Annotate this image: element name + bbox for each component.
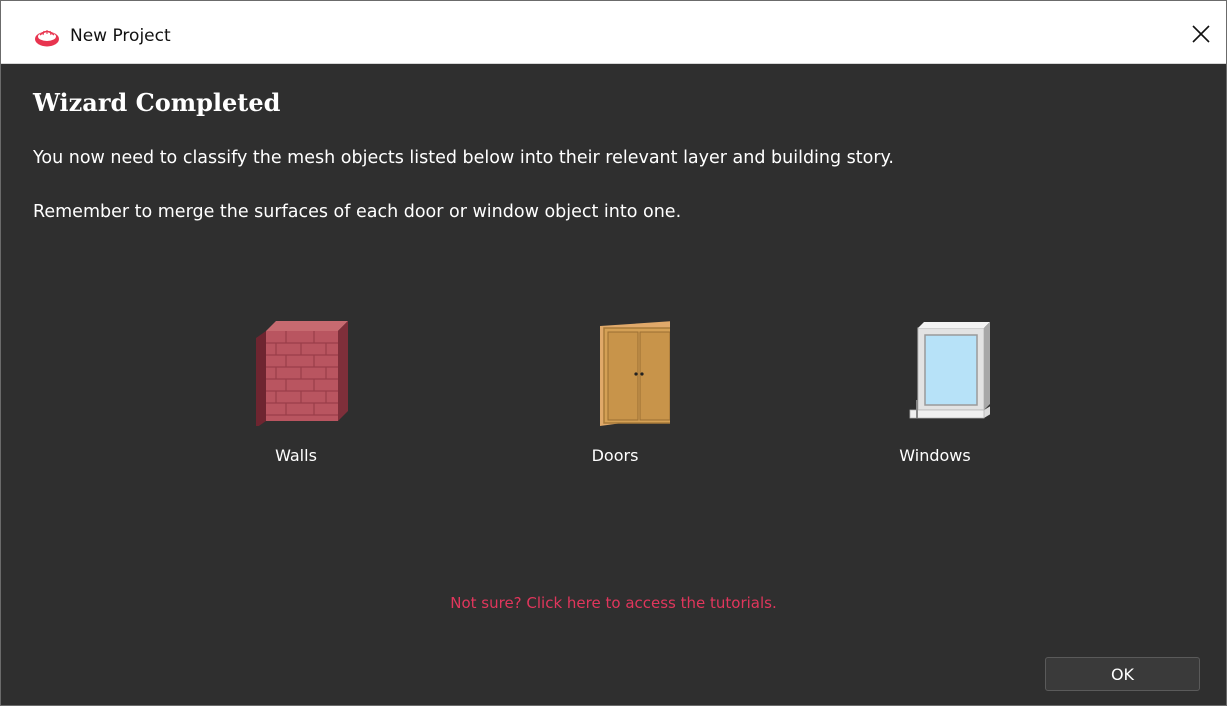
page-title: Wizard Completed: [33, 88, 281, 117]
close-icon[interactable]: [1186, 19, 1216, 49]
new-project-dialog: New Project Wizard Completed You now nee…: [0, 0, 1227, 706]
instruction-text: You now need to classify the mesh object…: [33, 148, 894, 168]
category-label-doors: Doors: [591, 446, 639, 465]
ok-button[interactable]: OK: [1045, 657, 1200, 691]
window-title: New Project: [70, 26, 171, 46]
brick-wall-icon: [256, 321, 348, 426]
window-icon: [909, 322, 990, 419]
title-bar: New Project: [1, 1, 1226, 64]
category-windows[interactable]: Windows: [855, 316, 1015, 465]
reminder-text: Remember to merge the surfaces of each d…: [33, 202, 682, 222]
dialog-content: Wizard Completed You now need to classif…: [1, 64, 1226, 705]
tutorials-link[interactable]: Not sure? Click here to access the tutor…: [1, 594, 1226, 612]
category-walls[interactable]: Walls: [216, 316, 376, 465]
app-logo-icon: [35, 30, 59, 47]
category-doors[interactable]: Doors: [535, 316, 695, 465]
double-door-icon: [600, 321, 670, 426]
category-label-walls: Walls: [275, 446, 317, 465]
category-label-windows: Windows: [899, 446, 971, 465]
